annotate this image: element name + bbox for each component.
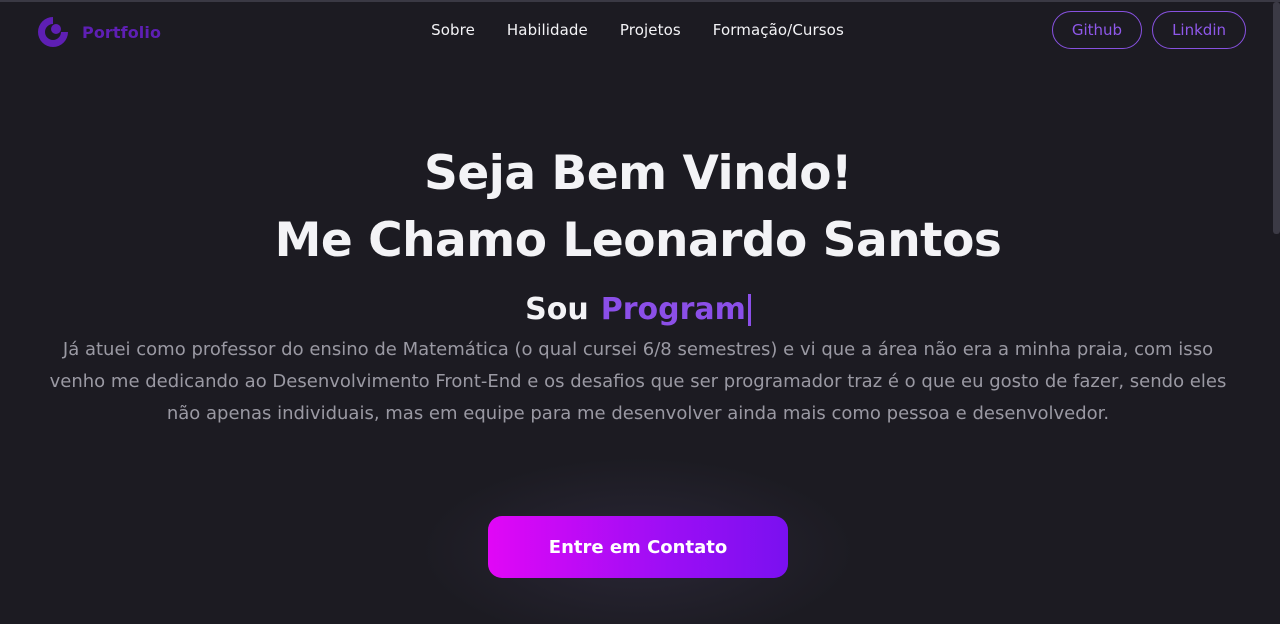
scrollbar-thumb[interactable] [1273,2,1280,234]
typing-cursor [747,294,751,326]
hero-description: Já atuei como professor do ensino de Mat… [49,339,1227,424]
hero-title: Seja Bem Vindo! Me Chamo Leonardo Santos [0,140,1276,274]
hero-subtitle: Sou Program [0,288,1276,330]
nav-link-habilidade[interactable]: Habilidade [507,21,588,39]
hero-section: Seja Bem Vindo! Me Chamo Leonardo Santos… [0,140,1276,430]
hero-title-line-2: Me Chamo Leonardo Santos [274,213,1002,268]
contact-button[interactable]: Entre em Contato [488,516,788,578]
nav-link-sobre[interactable]: Sobre [431,21,475,39]
nav-actions: Github Linkdin [1051,11,1246,49]
cta-wrapper: Entre em Contato [418,456,858,624]
github-button[interactable]: Github [1051,11,1143,49]
hero-subtitle-prefix: Sou [525,291,589,327]
hero-title-line-1: Seja Bem Vindo! [424,146,852,201]
typed-text-wrapper: Program [601,292,751,327]
typed-text: Program [600,291,746,327]
nav-link-formacao-cursos[interactable]: Formação/Cursos [713,21,844,39]
page: Portfolio Sobre Habilidade Projetos Form… [0,0,1280,624]
nav-link-projetos[interactable]: Projetos [620,21,681,39]
navbar: Portfolio Sobre Habilidade Projetos Form… [0,2,1280,62]
linkedin-button[interactable]: Linkdin [1152,11,1246,49]
